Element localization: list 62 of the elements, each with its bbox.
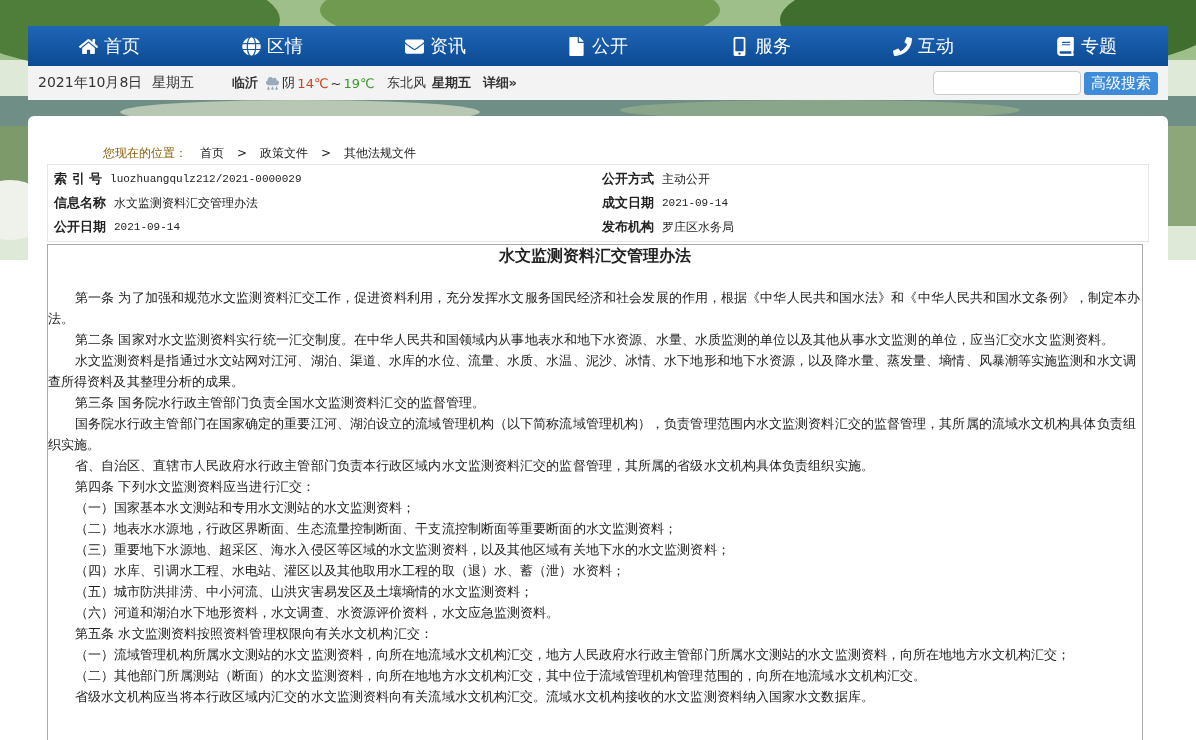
meta-value: 水文监测资料汇交管理办法	[114, 194, 258, 212]
document-icon	[567, 36, 587, 56]
meta-label: 索 引 号	[54, 170, 103, 188]
article-paragraph: （一）国家基本水文测站和专用水文测站的水文监测资料；	[73, 499, 417, 517]
weather-text: 阴	[282, 74, 296, 92]
breadcrumb-link[interactable]: 其他法规文件	[344, 144, 417, 162]
high-temperature: 19℃	[343, 75, 375, 91]
article-paragraph: 省、自治区、直辖市人民政府水行政主管部门负责本行政区域内水文监测资料汇交的监督管理，其所属的省级水文机构具体负责组织实施。	[73, 457, 875, 475]
city-text: 临沂	[232, 74, 259, 92]
article-paragraph: 省级水文机构应当将本行政区域内汇交的水文监测资料向有关流域水文机构汇交。流域水文机构接收的水文监测资料纳入国家水文数据库。	[73, 688, 875, 706]
meta-label: 公开方式	[602, 170, 654, 188]
nav-link[interactable]: 区情	[233, 30, 311, 62]
article-paragraph: （三）重要地下水源地、超采区、海水入侵区等区域的水文监测资料，以及其他区域有关地下水的水文监测资料；	[73, 541, 731, 559]
breadcrumb-separator: >	[321, 146, 332, 160]
article-paragraph: （一）流域管理机构所属水文测站的水文监测资料，向所在地流域水文机构汇交，地方人民政府水行政主管部门所属水文测站的水文监测资料，向所在地地方水文机构汇交；	[73, 646, 1072, 664]
breadcrumb-link[interactable]: 首页	[200, 144, 224, 162]
meta-label: 信息名称	[54, 194, 106, 212]
meta-value: 主动公开	[662, 170, 710, 188]
search-button[interactable]: 高级搜索	[1084, 71, 1158, 95]
date-text: 2021年10月8日	[38, 74, 143, 92]
nav-link[interactable]: 专题	[1048, 30, 1125, 62]
meta-label: 发布机构	[602, 218, 654, 236]
article-paragraph: 水文监测资料是指通过水文站网对江河、湖泊、渠道、水库的水位、流量、水质、水温、泥沙、冰情、水下地形和地下水资源，以及降水量、蒸发量、墒情、风暴潮等实施监测和水文调查所得资料及其整理分析的成果。	[48, 352, 1137, 391]
article-paragraph: 国务院水行政主管部门在国家确定的重要江河、湖泊设立的流域管理机构（以下简称流域管理机构），负责管理范围内水文监测资料汇交的监督管理，其所属的流域水文机构具体负责组织实施。	[48, 415, 1137, 454]
nav-link[interactable]: 互动	[885, 30, 963, 62]
article-title: 水文监测资料汇交管理办法	[498, 245, 692, 267]
article-paragraph: 第三条 国务院水行政主管部门负责全国水文监测资料汇交的监督管理。	[73, 394, 487, 412]
article-paragraph: （四）水库、引调水工程、水电站、灌区以及其他取用水工程的取（退）水、蓄（泄）水资料；	[73, 562, 626, 580]
breadcrumb-link[interactable]: 政策文件	[260, 144, 309, 162]
article-paragraph: （二）地表水水源地，行政区界断面、生态流量控制断面、干支流控制断面等重要断面的水文监测资料；	[73, 520, 679, 538]
wind-text: 东北风	[386, 74, 426, 92]
nav-link[interactable]: 首页	[70, 30, 148, 62]
meta-label: 公开日期	[54, 218, 106, 236]
article-paragraph: （六）河道和湖泊水下地形资料，水文调查、水资源评价资料，水文应急监测资料。	[73, 604, 561, 622]
weekday-text: 星期五	[431, 74, 471, 92]
nav-link[interactable]: 服务	[722, 30, 800, 62]
low-temperature: 14℃	[297, 75, 329, 91]
nav-link[interactable]: 公开	[559, 30, 637, 62]
meta-label: 成文日期	[602, 194, 654, 212]
article-paragraph: 第一条 为了加强和规范水文监测资料汇交工作，促进资料利用，充分发挥水文服务国民经济和社会发展的作用，根据《中华人民共和国水法》和《中华人民共和国水文条例》，制定本办法。	[48, 289, 1142, 328]
article-paragraph: （二）其他部门所属测站（断面）的水文监测资料，向所在地地方水文机构汇交，其中位于流域管理机构管理范围的，向所在地流域水文机构汇交。	[73, 667, 928, 685]
article-paragraph: 第四条 下列水文监测资料应当进行汇交：	[73, 478, 316, 496]
globe-icon	[241, 36, 261, 56]
meta-value: 2021-09-14	[662, 197, 728, 209]
article-paragraph: 第二条 国家对水文监测资料实行统一汇交制度。在中华人民共和国领域内从事地表水和地下水资源、水量、水质监测的单位以及其他从事水文监测的单位，应当汇交水文监测资料。	[73, 331, 1116, 349]
envelope-icon	[404, 36, 424, 56]
meta-value: luozhuangqulz212/2021-0000029	[110, 173, 302, 185]
search-field[interactable]	[933, 71, 1081, 95]
nav-link[interactable]: 资讯	[396, 30, 474, 62]
article-paragraph: 第五条 水文监测资料按照资料管理权限向有关水文机构汇交：	[73, 625, 434, 643]
handset-icon	[893, 36, 913, 56]
home-icon	[78, 36, 98, 56]
weekday-text: 星期五	[152, 74, 195, 92]
breadcrumb-separator: >	[237, 146, 248, 160]
meta-value: 2021-09-14	[114, 221, 180, 233]
detail-link[interactable]: 详细»	[482, 74, 517, 92]
cloud-icon	[266, 76, 280, 90]
notebook-icon	[1056, 36, 1075, 56]
tilde-text: ~	[330, 75, 342, 91]
article-paragraph: （五）城市防洪排涝、中小河流、山洪灾害易发区及土壤墒情的水文监测资料；	[73, 583, 535, 601]
meta-value: 罗庄区水务局	[662, 218, 734, 236]
breadcrumb-label: 您现在的位置：	[103, 144, 187, 162]
